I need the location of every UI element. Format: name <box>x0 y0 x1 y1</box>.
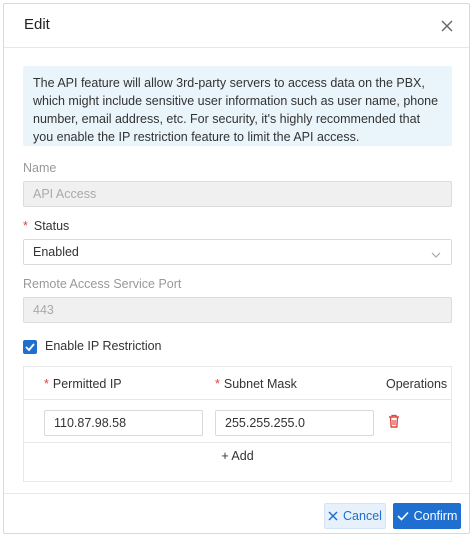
dialog-footer: Cancel Confirm <box>4 493 469 535</box>
cancel-button[interactable]: Cancel <box>324 503 386 529</box>
status-select[interactable]: Enabled <box>23 239 452 265</box>
dialog-header: Edit <box>4 4 469 48</box>
permitted-ip-input[interactable]: 110.87.98.58 <box>44 410 203 436</box>
close-icon[interactable] <box>437 16 457 36</box>
status-label: * Status <box>23 219 69 233</box>
port-label: Remote Access Service Port <box>23 277 182 291</box>
cancel-label: Cancel <box>343 509 382 523</box>
chevron-down-icon <box>431 248 441 258</box>
status-label-text: Status <box>33 219 70 233</box>
required-mark: * <box>44 377 49 391</box>
port-field: 443 <box>23 297 452 323</box>
ip-restriction-checkbox[interactable] <box>23 340 37 354</box>
header-subnet-mask: * Subnet Mask <box>215 377 297 391</box>
dialog-title: Edit <box>24 16 50 33</box>
name-field: API Access <box>23 181 452 207</box>
required-mark: * <box>23 219 28 233</box>
trash-icon[interactable] <box>386 413 402 429</box>
header-permitted-ip-text: Permitted IP <box>52 377 122 391</box>
ip-restriction-table: * Permitted IP * Subnet Mask Operations 11… <box>23 366 452 482</box>
table-row: 110.87.98.58 255.255.255.0 <box>24 399 451 443</box>
header-operations: Operations <box>386 377 448 391</box>
subnet-mask-input[interactable]: 255.255.255.0 <box>215 410 374 436</box>
info-alert: The API feature will allow 3rd-party ser… <box>23 66 452 146</box>
edit-dialog: Edit The API feature will allow 3rd-part… <box>3 3 470 534</box>
close-icon <box>328 511 338 521</box>
header-permitted-ip: * Permitted IP <box>44 377 122 391</box>
add-row-button[interactable]: + Add <box>24 449 451 475</box>
header-subnet-mask-text: Subnet Mask <box>223 377 297 391</box>
ip-restriction-label: Enable IP Restriction <box>45 339 162 353</box>
confirm-button[interactable]: Confirm <box>393 503 461 529</box>
required-mark: * <box>215 377 220 391</box>
confirm-label: Confirm <box>413 509 458 523</box>
status-value: Enabled <box>33 245 79 259</box>
name-label: Name <box>23 161 57 175</box>
check-icon <box>397 511 409 521</box>
